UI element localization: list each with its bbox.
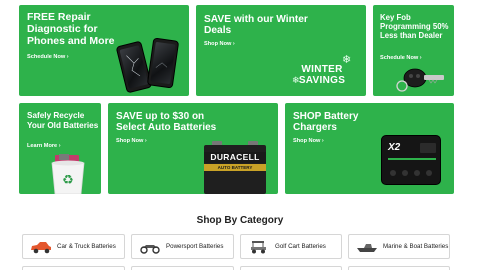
promo-key-fob[interactable]: Key Fob Programming 50% Less than Dealer… xyxy=(373,5,454,96)
promo-title: SAVE with our Winter Deals xyxy=(204,14,308,37)
shop-now-link[interactable]: Shop Now › xyxy=(116,138,147,144)
category-card-partial[interactable] xyxy=(240,266,342,270)
shop-now-link[interactable]: Shop Now › xyxy=(293,138,324,144)
shop-now-link[interactable]: Shop Now › xyxy=(204,41,235,47)
promo-title: SAVE up to $30 on Select Auto Batteries xyxy=(116,111,217,134)
cracked-phone-image xyxy=(115,40,153,94)
boat-icon xyxy=(357,243,377,252)
learn-more-link[interactable]: Learn More › xyxy=(27,143,61,149)
duracell-battery-image: DURACELL AUTO BATTERY xyxy=(204,141,266,194)
category-card-partial[interactable] xyxy=(131,266,234,270)
svg-text:♻: ♻ xyxy=(62,172,74,187)
schedule-now-link[interactable]: Schedule Now › xyxy=(380,55,422,61)
promo-title: Safely Recycle Your Old Batteries xyxy=(27,111,99,130)
category-card-partial[interactable] xyxy=(22,266,125,270)
category-golf-cart[interactable]: Golf Cart Batteries xyxy=(240,234,342,259)
golf-cart-icon xyxy=(251,240,266,253)
schedule-now-link[interactable]: Schedule Now › xyxy=(27,54,69,60)
promo-battery-chargers[interactable]: SHOP Battery Chargers Shop Now › X2 xyxy=(285,103,454,194)
category-powersport[interactable]: Powersport Batteries xyxy=(131,234,234,259)
promo-winter-deals[interactable]: SAVE with our Winter Deals Shop Now › ❄ … xyxy=(196,5,366,96)
atv-icon xyxy=(140,244,160,254)
promo-title: FREE Repair Diagnostic for Phones and Mo… xyxy=(27,11,115,47)
battery-charger-image: X2 xyxy=(381,135,441,185)
car-icon xyxy=(31,241,51,253)
phone-image xyxy=(146,37,180,89)
winter-savings-badge: WINTER SAVINGS xyxy=(298,64,346,86)
category-car-truck[interactable]: Car & Truck Batteries xyxy=(22,234,125,259)
recycle-bin-image: ♻ xyxy=(51,154,85,194)
category-heading: Shop By Category xyxy=(196,215,284,226)
promo-title: Key Fob Programming 50% Less than Dealer xyxy=(380,13,449,41)
category-marine-boat[interactable]: Marine & Boat Batteries xyxy=(348,234,450,259)
key-fob-image xyxy=(396,68,444,92)
category-label: Powersport Batteries xyxy=(166,242,224,250)
promo-title: SHOP Battery Chargers xyxy=(293,111,359,134)
promo-repair-diagnostic[interactable]: FREE Repair Diagnostic for Phones and Mo… xyxy=(19,5,189,96)
category-label: Marine & Boat Batteries xyxy=(383,242,449,250)
promo-recycle-batteries[interactable]: Safely Recycle Your Old Batteries Learn … xyxy=(19,103,101,194)
promo-save-auto-batteries[interactable]: SAVE up to $30 on Select Auto Batteries … xyxy=(108,103,278,194)
category-card-partial[interactable] xyxy=(348,266,450,270)
category-label: Car & Truck Batteries xyxy=(57,242,116,250)
category-label: Golf Cart Batteries xyxy=(275,242,326,250)
